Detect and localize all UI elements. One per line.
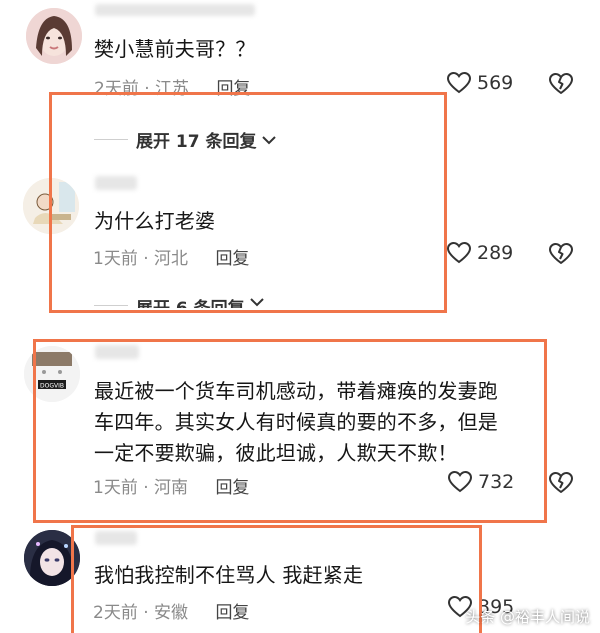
broken-heart-icon (549, 73, 573, 94)
heart-icon (447, 242, 471, 264)
comment-text: 樊小慧前夫哥？？ (94, 37, 256, 61)
broken-heart-icon (549, 243, 573, 264)
watermark-text: 头条 @裕丰人间说 (465, 608, 590, 626)
username[interactable] (95, 4, 255, 16)
dislike-button[interactable] (549, 73, 573, 99)
like-count: 569 (477, 72, 514, 94)
dislike-button[interactable] (549, 243, 573, 269)
like-button[interactable]: 289 (447, 242, 513, 264)
dislike-button[interactable] (549, 472, 573, 498)
highlight-box (71, 525, 482, 633)
avatar[interactable] (26, 8, 82, 64)
watermark: 头条 @裕丰人间说 (446, 603, 596, 631)
highlight-box (49, 92, 447, 313)
like-button[interactable]: 569 (447, 72, 513, 94)
highlight-box (33, 339, 547, 523)
heart-icon (447, 72, 471, 94)
like-count: 289 (477, 242, 514, 264)
broken-heart-icon (549, 472, 573, 493)
